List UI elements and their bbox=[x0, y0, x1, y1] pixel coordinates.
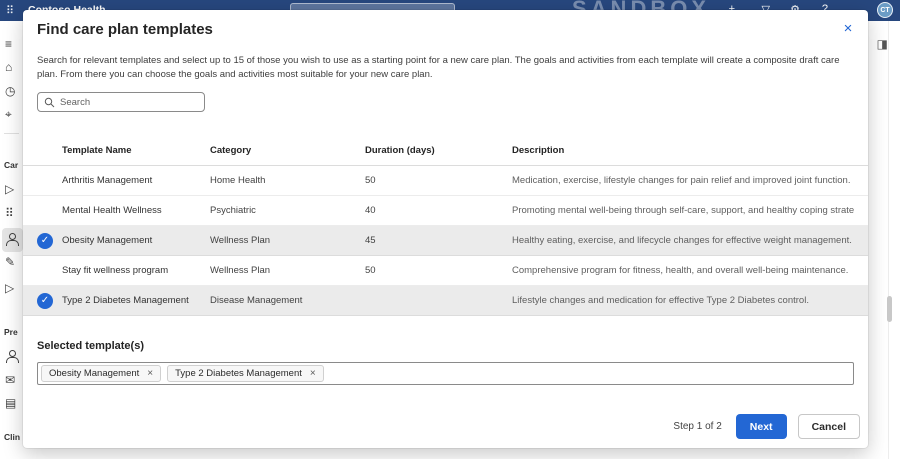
template-chip: Obesity Management × bbox=[41, 365, 161, 382]
search-icon bbox=[44, 97, 55, 108]
left-navigation-rail: ≡ ⌂ ◷ ⌖ Car ▷ ⠿ ✎ ▷ Pre ✉ ▤ Clin bbox=[0, 21, 23, 459]
table-row[interactable]: Arthritis Management Home Health 50 Medi… bbox=[23, 166, 868, 196]
cell-template-name: Type 2 Diabetes Management bbox=[62, 295, 210, 306]
cancel-button[interactable]: Cancel bbox=[798, 414, 860, 439]
doc-play-icon[interactable]: ▷ bbox=[5, 281, 21, 295]
mail-icon[interactable]: ✉ bbox=[5, 373, 21, 387]
scrollbar-thumb[interactable] bbox=[887, 296, 892, 322]
selected-templates-field[interactable]: Obesity Management × Type 2 Diabetes Man… bbox=[37, 362, 854, 385]
cell-description: Promoting mental well-being through self… bbox=[512, 205, 854, 216]
dialog-title: Find care plan templates bbox=[37, 21, 213, 38]
cell-category: Wellness Plan bbox=[210, 235, 365, 246]
grid-icon[interactable]: ⠿ bbox=[5, 206, 21, 220]
col-description: Description bbox=[512, 145, 854, 156]
cell-duration: 50 bbox=[365, 175, 512, 186]
menu-icon[interactable]: ≡ bbox=[5, 37, 21, 51]
app-screen: ⠿ Contoso Health SANDBOX + ▽ ⚙ ? CT ≡ ⌂ … bbox=[0, 0, 900, 459]
remove-chip-icon[interactable]: × bbox=[147, 368, 153, 379]
col-duration: Duration (days) bbox=[365, 145, 512, 156]
remove-chip-icon[interactable]: × bbox=[310, 368, 316, 379]
table-header-row: Template Name Category Duration (days) D… bbox=[23, 136, 868, 166]
cell-template-name: Obesity Management bbox=[62, 235, 210, 246]
person-icon bbox=[5, 350, 19, 363]
templates-table: Template Name Category Duration (days) D… bbox=[23, 136, 868, 316]
rail-divider bbox=[4, 133, 19, 134]
col-category: Category bbox=[210, 145, 365, 156]
template-search-input[interactable] bbox=[60, 97, 198, 108]
col-template-name: Template Name bbox=[62, 145, 210, 156]
next-button[interactable]: Next bbox=[736, 414, 787, 439]
person-icon bbox=[5, 233, 19, 246]
play-icon[interactable]: ▷ bbox=[5, 182, 21, 196]
row-select-cell: ✓ bbox=[37, 233, 62, 249]
recent-icon[interactable]: ◷ bbox=[5, 84, 21, 98]
cell-description: Healthy eating, exercise, and lifecycle … bbox=[512, 235, 854, 246]
rail-group-care: Car bbox=[4, 160, 23, 170]
rail-group-pre: Pre bbox=[4, 327, 23, 337]
find-care-plan-templates-dialog: Find care plan templates × Search for re… bbox=[23, 10, 868, 448]
cell-duration: 45 bbox=[365, 235, 512, 246]
dialog-footer: Step 1 of 2 Next Cancel bbox=[673, 414, 860, 439]
step-indicator: Step 1 of 2 bbox=[673, 421, 721, 432]
selected-templates-label: Selected template(s) bbox=[37, 340, 144, 352]
table-row[interactable]: ✓ Obesity Management Wellness Plan 45 He… bbox=[23, 226, 868, 256]
table-row[interactable]: ✓ Type 2 Diabetes Management Disease Man… bbox=[23, 286, 868, 316]
dialog-description: Search for relevant templates and select… bbox=[37, 54, 855, 82]
cell-template-name: Stay fit wellness program bbox=[62, 265, 210, 276]
pin-icon[interactable]: ⌖ bbox=[5, 107, 21, 121]
cell-description: Medication, exercise, lifestyle changes … bbox=[512, 175, 854, 186]
chip-label: Type 2 Diabetes Management bbox=[175, 368, 302, 379]
cell-description: Comprehensive program for fitness, healt… bbox=[512, 265, 854, 276]
person-icon[interactable] bbox=[5, 233, 19, 251]
home-icon[interactable]: ⌂ bbox=[5, 60, 21, 74]
cell-template-name: Mental Health Wellness bbox=[62, 205, 210, 216]
cell-category: Wellness Plan bbox=[210, 265, 365, 276]
side-panel-icon[interactable]: ◨ bbox=[877, 37, 888, 51]
right-rail: ◨ bbox=[868, 21, 900, 459]
scrollbar-track bbox=[888, 21, 889, 459]
cell-category: Disease Management bbox=[210, 295, 365, 306]
close-icon[interactable]: × bbox=[838, 18, 858, 38]
cell-category: Psychiatric bbox=[210, 205, 365, 216]
edit-doc-icon[interactable]: ✎ bbox=[5, 255, 21, 269]
cell-duration: 40 bbox=[365, 205, 512, 216]
rail-group-clin: Clin bbox=[4, 432, 23, 442]
template-chip: Type 2 Diabetes Management × bbox=[167, 365, 324, 382]
waffle-icon[interactable]: ⠿ bbox=[6, 4, 14, 17]
table-row[interactable]: Stay fit wellness program Wellness Plan … bbox=[23, 256, 868, 286]
cell-description: Lifestyle changes and medication for eff… bbox=[512, 295, 854, 306]
template-search-box[interactable] bbox=[37, 92, 205, 112]
cell-duration: 50 bbox=[365, 265, 512, 276]
row-select-cell: ✓ bbox=[37, 293, 62, 309]
cell-template-name: Arthritis Management bbox=[62, 175, 210, 186]
doc-icon[interactable]: ▤ bbox=[5, 396, 21, 410]
avatar[interactable]: CT bbox=[877, 2, 893, 18]
chip-label: Obesity Management bbox=[49, 368, 139, 379]
selected-check-icon: ✓ bbox=[37, 233, 53, 249]
table-row[interactable]: Mental Health Wellness Psychiatric 40 Pr… bbox=[23, 196, 868, 226]
person-icon[interactable] bbox=[5, 350, 19, 368]
selected-check-icon: ✓ bbox=[37, 293, 53, 309]
cell-category: Home Health bbox=[210, 175, 365, 186]
